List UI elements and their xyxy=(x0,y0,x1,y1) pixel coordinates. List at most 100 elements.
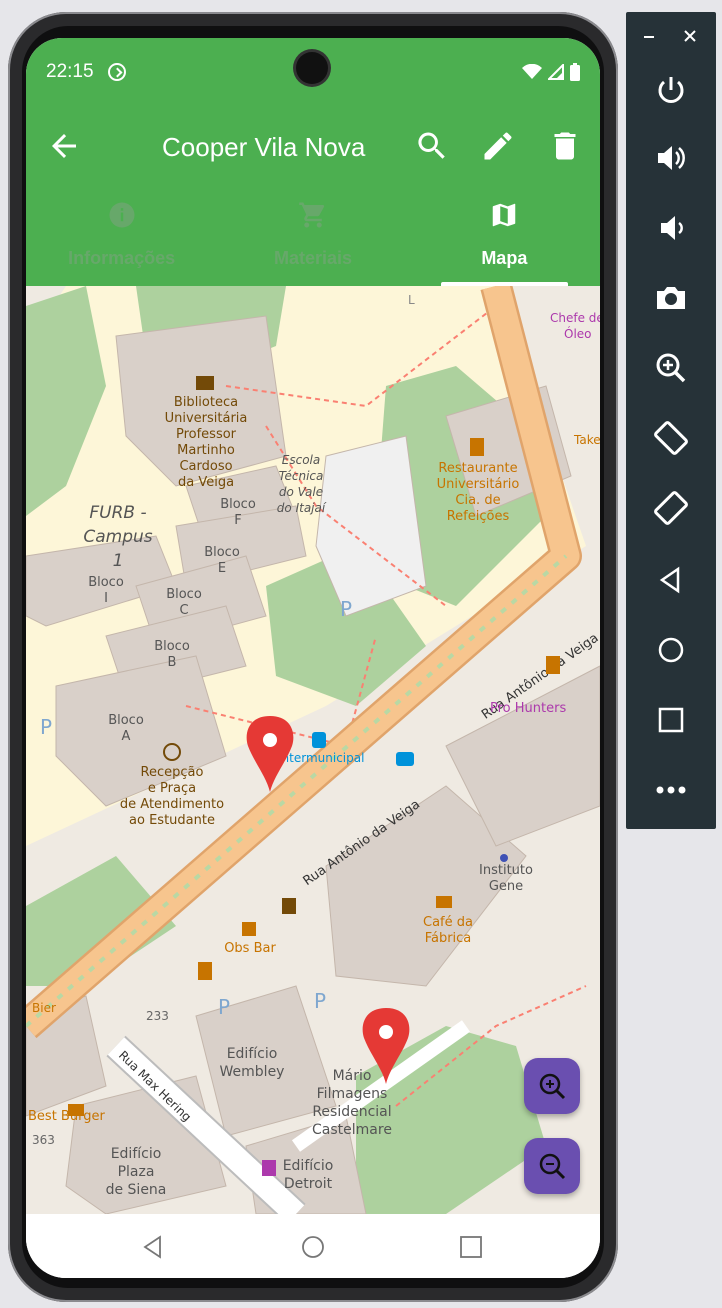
tab-informacoes[interactable]: Informações xyxy=(26,196,217,286)
library-poi-icon xyxy=(196,376,214,390)
svg-text:Castelmare: Castelmare xyxy=(312,1122,392,1138)
screenshot-button[interactable] xyxy=(649,276,693,320)
svg-text:Wembley: Wembley xyxy=(220,1064,285,1080)
svg-text:Instituto: Instituto xyxy=(479,863,533,878)
svg-text:Martinho: Martinho xyxy=(177,443,235,458)
svg-text:Recepção: Recepção xyxy=(141,765,204,780)
svg-text:Bloco: Bloco xyxy=(220,497,256,512)
svg-text:Residencial: Residencial xyxy=(312,1104,391,1120)
svg-text:Bloco: Bloco xyxy=(166,587,202,602)
parking-label-3: P xyxy=(314,989,326,1013)
emulator-home-button[interactable] xyxy=(649,628,693,672)
svg-text:Café da: Café da xyxy=(423,915,473,930)
svg-text:do Itajaí: do Itajaí xyxy=(277,501,327,515)
map-view[interactable]: Biblioteca Universitária Professor Marti… xyxy=(26,286,600,1214)
zoom-icon xyxy=(656,353,686,383)
emulator-side-panel xyxy=(626,12,716,829)
front-camera xyxy=(296,52,328,84)
svg-text:Professor: Professor xyxy=(176,427,237,442)
map-label-cafe: Café da Fábrica xyxy=(423,915,473,946)
search-icon[interactable] xyxy=(414,128,450,164)
signal-icon xyxy=(548,64,564,80)
restaurant-poi-icon xyxy=(470,438,484,456)
svg-text:A: A xyxy=(122,729,131,744)
rotate-right-button[interactable] xyxy=(649,486,693,530)
back-arrow-icon[interactable] xyxy=(46,128,82,164)
svg-text:1: 1 xyxy=(113,551,124,571)
burger-poi-icon xyxy=(68,1104,84,1116)
nav-back-icon[interactable] xyxy=(140,1234,166,1260)
svg-text:B: B xyxy=(168,655,177,670)
zoom-in-icon xyxy=(539,1073,566,1100)
delete-icon[interactable] xyxy=(547,128,583,164)
info-icon xyxy=(109,202,135,228)
zoom-out-button[interactable] xyxy=(524,1138,580,1194)
tab-label: Mapa xyxy=(481,248,528,268)
more-icon xyxy=(656,786,686,794)
rotate-right-icon xyxy=(654,491,688,525)
map-label-chefe-2: Óleo xyxy=(564,326,592,341)
bar-poi-icon xyxy=(242,922,256,936)
svg-text:Cardoso: Cardoso xyxy=(179,459,232,474)
cafe-poi-icon xyxy=(436,896,452,908)
power-icon xyxy=(658,77,684,103)
svg-text:Escola: Escola xyxy=(282,453,320,467)
parking-label-4: P xyxy=(40,715,52,739)
svg-text:Plaza: Plaza xyxy=(118,1164,155,1180)
svg-text:ao Estudante: ao Estudante xyxy=(129,813,215,828)
minimize-icon[interactable] xyxy=(642,30,656,44)
svg-text:Fábrica: Fábrica xyxy=(425,931,472,946)
map-label-take: Take xyxy=(573,433,600,447)
svg-text:Campus: Campus xyxy=(83,527,152,547)
emulator-back-button[interactable] xyxy=(649,558,693,602)
cart-icon xyxy=(299,202,325,228)
volume-down-button[interactable] xyxy=(649,206,693,250)
zoom-button[interactable] xyxy=(649,346,693,390)
parking-label: P xyxy=(340,597,352,621)
page-title: Cooper Vila Nova xyxy=(162,132,366,162)
edit-icon[interactable] xyxy=(480,128,516,164)
app-bar: 22:15 Cooper Vila Nova Informações Mater… xyxy=(26,38,600,286)
svg-text:Bloco: Bloco xyxy=(108,713,144,728)
sync-icon xyxy=(107,63,126,81)
svg-text:do Vale: do Vale xyxy=(279,485,323,499)
map-label-233: 233 xyxy=(146,1009,169,1023)
home-icon xyxy=(658,637,684,663)
svg-text:e Praça: e Praça xyxy=(148,781,196,796)
device-screen: 22:15 Cooper Vila Nova Informações Mater… xyxy=(26,38,600,1278)
map-label-chefe-1: Chefe de xyxy=(550,311,600,325)
battery-icon xyxy=(570,63,580,81)
svg-text:Bloco: Bloco xyxy=(154,639,190,654)
power-button[interactable] xyxy=(649,68,693,112)
nav-home-icon[interactable] xyxy=(300,1234,326,1260)
overview-icon xyxy=(658,707,684,733)
close-icon[interactable] xyxy=(682,28,698,44)
svg-text:F: F xyxy=(234,513,241,528)
svg-text:Gene: Gene xyxy=(489,879,523,894)
volume-up-button[interactable] xyxy=(649,136,693,180)
zoom-in-button[interactable] xyxy=(524,1058,580,1114)
rotate-left-button[interactable] xyxy=(649,416,693,460)
system-nav-bar xyxy=(26,1214,600,1278)
wifi-icon xyxy=(522,64,542,79)
emulator-stage: 22:15 Cooper Vila Nova Informações Mater… xyxy=(0,0,722,1308)
svg-text:Refeições: Refeições xyxy=(447,509,510,524)
window-controls xyxy=(626,22,716,50)
tab-label: Materiais xyxy=(273,248,353,268)
map-icon xyxy=(493,203,516,227)
parking-label-2: P xyxy=(218,995,230,1019)
zoom-out-icon xyxy=(539,1153,566,1180)
svg-text:Técnica: Técnica xyxy=(279,469,324,483)
svg-text:I: I xyxy=(104,591,108,606)
emulator-more-button[interactable] xyxy=(649,768,693,812)
svg-text:Edifício: Edifício xyxy=(283,1158,334,1174)
nav-recents-icon[interactable] xyxy=(458,1234,484,1260)
svg-text:Bloco: Bloco xyxy=(204,545,240,560)
tab-mapa[interactable]: Mapa xyxy=(409,196,600,286)
map-label-l: L xyxy=(408,293,415,307)
svg-text:Biblioteca: Biblioteca xyxy=(174,395,238,410)
emulator-overview-button[interactable] xyxy=(649,698,693,742)
tab-materiais[interactable]: Materiais xyxy=(217,196,408,286)
map-canvas[interactable]: Biblioteca Universitária Professor Marti… xyxy=(26,286,600,1214)
toolbar: Cooper Vila Nova xyxy=(26,124,600,168)
